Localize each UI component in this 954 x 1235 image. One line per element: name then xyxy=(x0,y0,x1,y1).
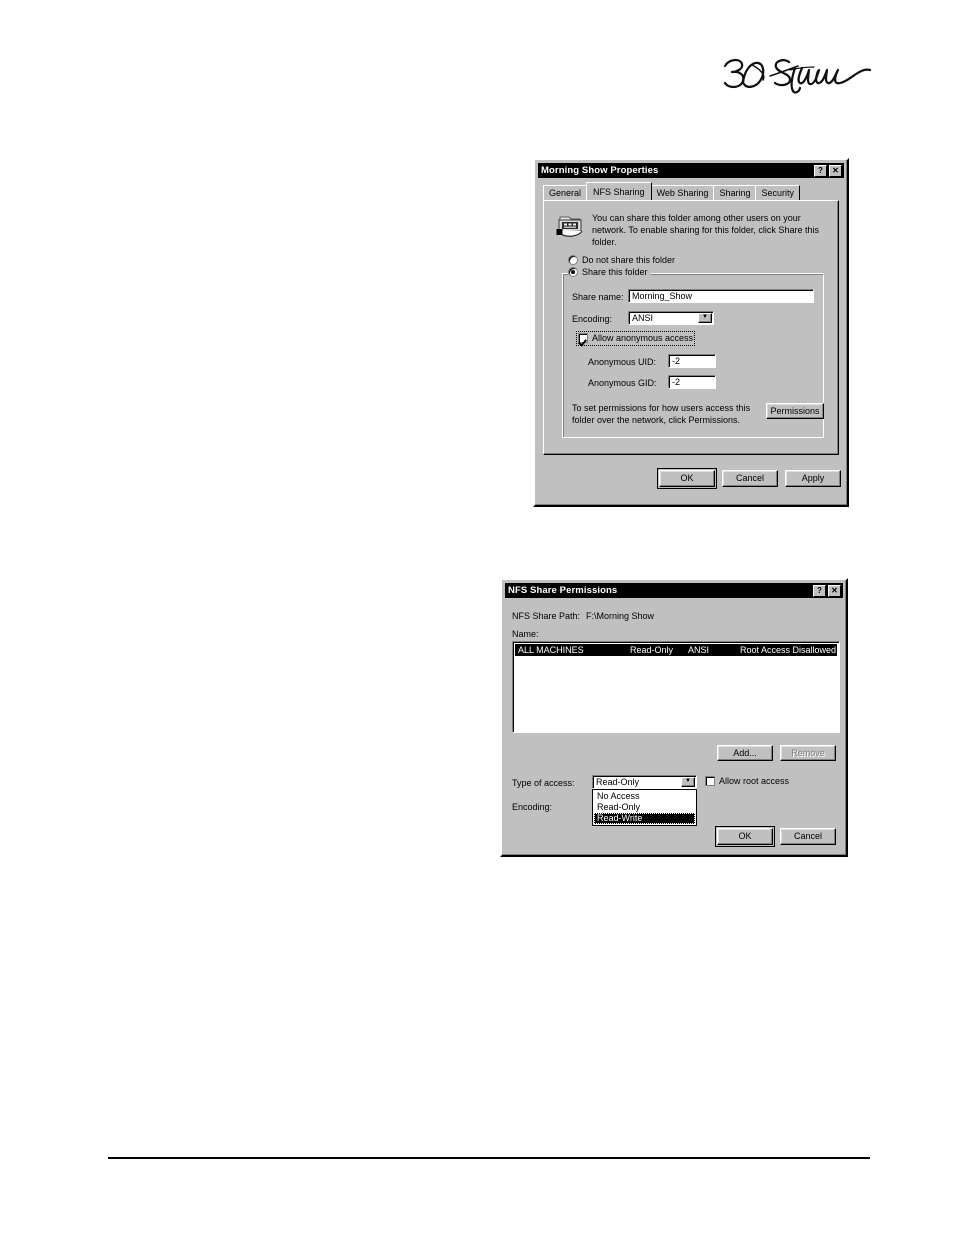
anonymous-gid-input[interactable]: -2 xyxy=(668,375,716,389)
table-row[interactable]: ALL MACHINES Read-Only ANSI Root Access … xyxy=(515,644,837,656)
name-label: Name: xyxy=(512,629,539,639)
button-label: Cancel xyxy=(735,473,764,484)
row-name: ALL MACHINES xyxy=(518,644,584,655)
allow-root-access-checkbox[interactable]: Allow root access xyxy=(705,776,789,787)
permissions-button[interactable]: Permissions xyxy=(766,403,824,419)
morning-show-properties-dialog[interactable]: Morning Show Properties ? ✕ General NFS … xyxy=(533,158,849,507)
type-of-access-combo[interactable]: Read-Only ▼ xyxy=(592,775,697,789)
chevron-down-icon[interactable]: ▼ xyxy=(681,777,695,787)
button-label: Cancel xyxy=(793,831,822,842)
anonymous-uid-label: Anonymous UID: xyxy=(588,357,657,367)
row-root-access: Root Access Disallowed xyxy=(740,644,837,655)
tab-page-nfs-sharing: You can share this folder among other us… xyxy=(543,200,839,455)
tab-web-sharing[interactable]: Web Sharing xyxy=(650,185,715,200)
row-encoding: ANSI xyxy=(688,644,710,655)
allow-anonymous-access-checkbox[interactable]: Allow anonymous access xyxy=(575,331,696,346)
button-label: OK xyxy=(680,473,694,484)
radio-do-not-share[interactable]: Do not share this folder xyxy=(568,255,675,266)
button-label: Apply xyxy=(801,473,825,484)
dialog-title: Morning Show Properties xyxy=(541,164,659,176)
tab-label: Web Sharing xyxy=(656,187,709,198)
tab-label: General xyxy=(549,187,582,198)
360-systems-logo xyxy=(714,48,874,96)
help-icon[interactable]: ? xyxy=(814,164,827,177)
tab-general[interactable]: General xyxy=(543,185,588,200)
button-label: Remove xyxy=(791,747,825,758)
dropdown-item-read-write[interactable]: Read-Write xyxy=(594,813,695,824)
type-of-access-dropdown[interactable]: No Access Read-Only Read-Write xyxy=(592,789,697,826)
nfs-share-path-label: NFS Share Path: xyxy=(512,611,581,621)
button-label: Permissions xyxy=(770,405,820,416)
tab-label: Sharing xyxy=(719,187,751,198)
sharing-info-text: You can share this folder among other us… xyxy=(592,213,819,248)
tab-label: NFS Sharing xyxy=(593,186,645,197)
button-label: Add... xyxy=(733,747,757,758)
share-name-input[interactable]: Morning_Show xyxy=(628,289,814,303)
remove-button[interactable]: Remove xyxy=(780,745,836,761)
permissions-list[interactable]: ALL MACHINES Read-Only ANSI Root Access … xyxy=(512,641,840,733)
radio-mark xyxy=(568,255,578,266)
tab-nfs-sharing[interactable]: NFS Sharing xyxy=(586,182,652,200)
nfs-share-permissions-dialog[interactable]: NFS Share Permissions ? ✕ NFS Share Path… xyxy=(500,578,848,857)
footer-rule xyxy=(108,1157,870,1159)
apply-button[interactable]: Apply xyxy=(785,470,841,487)
button-label: OK xyxy=(738,831,752,842)
nfs-share-path-value: F:\Morning Show xyxy=(586,611,655,621)
tab-sharing[interactable]: Sharing xyxy=(713,185,757,200)
checkbox-label: Allow root access xyxy=(719,776,790,786)
add-button[interactable]: Add... xyxy=(717,745,773,761)
share-name-label: Share name: xyxy=(572,292,624,302)
type-of-access-label: Type of access: xyxy=(512,778,575,788)
close-icon[interactable]: ✕ xyxy=(828,584,841,597)
permissions-help-text: To set permissions for how users access … xyxy=(572,403,751,426)
close-icon[interactable]: ✕ xyxy=(829,164,842,177)
row-access: Read-Only xyxy=(630,644,674,655)
dropdown-item-read-only[interactable]: Read-Only xyxy=(594,802,695,813)
tab-security[interactable]: Security xyxy=(755,185,800,200)
dialog-title: NFS Share Permissions xyxy=(508,584,618,596)
cancel-button[interactable]: Cancel xyxy=(780,828,836,845)
radio-mark xyxy=(568,267,578,278)
encoding-combo[interactable]: ANSI ▼ xyxy=(628,311,714,325)
encoding-label: Encoding: xyxy=(512,802,553,812)
chevron-down-icon[interactable]: ▼ xyxy=(698,313,712,323)
type-of-access-value: Read-Only xyxy=(596,776,640,787)
encoding-label: Encoding: xyxy=(572,314,613,324)
titlebar[interactable]: NFS Share Permissions ? ✕ xyxy=(505,583,843,598)
titlebar[interactable]: Morning Show Properties ? ✕ xyxy=(538,163,844,178)
tabstrip[interactable]: General NFS Sharing Web Sharing Sharing … xyxy=(543,182,800,200)
anonymous-uid-input[interactable]: -2 xyxy=(668,354,716,368)
radio-share-this-folder[interactable]: Share this folder xyxy=(568,267,651,278)
help-icon[interactable]: ? xyxy=(813,584,826,597)
radio-label: Share this folder xyxy=(582,267,648,277)
encoding-value: ANSI xyxy=(632,312,654,323)
ok-button[interactable]: OK xyxy=(715,826,775,847)
cancel-button[interactable]: Cancel xyxy=(722,470,778,487)
checkbox-label: Allow anonymous access xyxy=(592,333,694,343)
ok-button[interactable]: OK xyxy=(657,468,717,489)
anonymous-gid-label: Anonymous GID: xyxy=(588,378,657,388)
dropdown-item-no-access[interactable]: No Access xyxy=(594,791,695,802)
checkbox-mark xyxy=(578,333,588,344)
tab-label: Security xyxy=(761,187,794,198)
radio-label: Do not share this folder xyxy=(582,255,676,265)
network-share-folder-icon xyxy=(556,213,584,242)
checkbox-mark xyxy=(705,776,715,787)
